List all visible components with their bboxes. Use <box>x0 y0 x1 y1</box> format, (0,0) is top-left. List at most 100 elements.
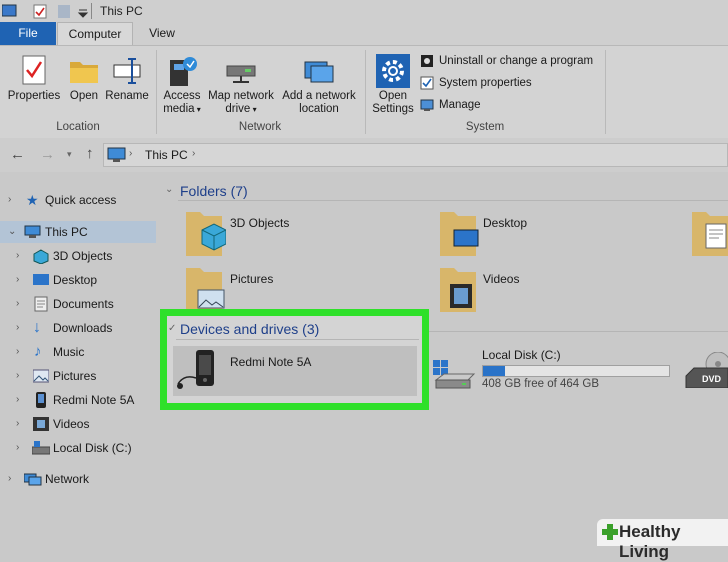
section-divider <box>178 200 728 201</box>
open-label: Open <box>69 90 99 102</box>
quick-access-toolbar <box>2 4 89 19</box>
local-disk-icon <box>433 360 476 389</box>
folder-item-videos[interactable]: Videos <box>434 262 674 314</box>
forward-arrow-icon[interactable]: → <box>40 146 55 163</box>
nav-item-label: Downloads <box>53 321 113 335</box>
folder-open-icon <box>70 62 98 83</box>
address-bar[interactable] <box>103 143 728 167</box>
computer-icon <box>24 225 41 238</box>
disk-free-text: 408 GB free of 464 GB <box>482 378 599 390</box>
map-drive-label-row: drive ▾ <box>205 103 277 116</box>
nav-item-label: Desktop <box>53 273 98 287</box>
add-location-label-line1: Add a network <box>282 90 356 102</box>
network-icon <box>24 473 42 486</box>
nav-quick-access[interactable]: › ★ Quick access <box>0 189 156 211</box>
expand-chevron-icon[interactable]: › <box>16 269 19 291</box>
documents-folder-icon[interactable] <box>688 208 728 256</box>
ribbon-separator <box>365 50 366 134</box>
recent-locations-chevron-icon[interactable]: ▾ <box>67 149 72 160</box>
nav-item-local-disk[interactable]: › Local Disk (C:) <box>0 437 156 459</box>
disk-usage-bar <box>482 365 670 377</box>
nav-item-label: Pictures <box>53 369 97 383</box>
add-location-label-line2: location <box>299 103 339 115</box>
expand-chevron-icon[interactable]: › <box>16 413 19 435</box>
expand-chevron-icon[interactable]: › <box>16 245 19 267</box>
manage-button[interactable]: Manage <box>420 97 510 115</box>
uninstall-program-button[interactable]: Uninstall or change a program <box>420 53 605 71</box>
videos-folder-icon <box>440 268 476 312</box>
access-media-button[interactable]: Access media ▾ <box>160 52 204 116</box>
open-button[interactable]: Open <box>64 52 104 114</box>
folder-label: Pictures <box>230 272 274 286</box>
nav-this-pc[interactable]: ⌄ This PC <box>0 221 156 243</box>
phone-icon <box>36 392 46 408</box>
folder-item-pictures[interactable]: Pictures <box>180 262 420 314</box>
access-media-label-line1: Access <box>163 90 201 102</box>
network-drive-icon <box>226 65 256 83</box>
expand-chevron-icon[interactable]: › <box>16 341 19 363</box>
desktop-folder-icon <box>440 212 479 256</box>
nav-item-downloads[interactable]: › ↓ Downloads <box>0 317 156 339</box>
expand-chevron-icon[interactable]: › <box>16 365 19 387</box>
system-properties-button[interactable]: System properties <box>420 75 570 93</box>
access-media-label-line2: media <box>163 103 195 115</box>
up-arrow-icon[interactable]: ↑ <box>86 145 94 162</box>
collapse-section-chevron-icon[interactable]: ✓ <box>168 323 176 334</box>
nav-item-videos[interactable]: › Videos <box>0 413 156 435</box>
folder-item-3d-objects[interactable]: 3D Objects <box>180 206 420 258</box>
expand-chevron-icon[interactable]: › <box>8 189 11 211</box>
title-divider <box>91 3 92 19</box>
nav-quick-access-label: Quick access <box>45 193 117 207</box>
folder-label: 3D Objects <box>230 216 290 230</box>
dropdown-arrow-icon: ▾ <box>194 105 201 114</box>
breadcrumb-this-pc[interactable]: This PC <box>145 148 188 162</box>
rename-label: Rename <box>105 90 149 102</box>
tab-view[interactable]: View <box>140 22 184 45</box>
nav-item-label: Videos <box>53 417 90 431</box>
nav-item-redmi-note-5a[interactable]: › Redmi Note 5A <box>0 389 156 411</box>
nav-item-documents[interactable]: › Documents <box>0 293 156 315</box>
download-arrow-icon: ↓ <box>33 319 41 336</box>
open-settings-button[interactable]: Open Settings <box>369 52 417 116</box>
back-arrow-icon[interactable]: ← <box>10 146 25 163</box>
expand-chevron-icon[interactable]: › <box>16 389 19 411</box>
tab-computer[interactable]: Computer <box>57 22 133 45</box>
nav-item-pictures[interactable]: › Pictures <box>0 365 156 387</box>
nav-network[interactable]: › Network <box>0 468 156 490</box>
nav-this-pc-label: This PC <box>45 225 88 239</box>
watermark-text: Healthy Living <box>619 522 681 561</box>
nav-network-label: Network <box>45 472 90 486</box>
ribbon-separator <box>605 50 606 134</box>
drive-icon <box>32 441 50 455</box>
phone-device-icon <box>177 350 214 389</box>
3d-objects-folder-icon <box>186 212 226 256</box>
group-label-location: Location <box>56 121 100 133</box>
expand-chevron-icon[interactable]: › <box>16 437 19 459</box>
folder-item-desktop[interactable]: Desktop <box>434 206 674 258</box>
nav-item-desktop[interactable]: › Desktop <box>0 269 156 291</box>
media-server-icon <box>170 57 197 86</box>
properties-label: Properties <box>7 90 61 102</box>
breadcrumb-chevron-icon[interactable]: › <box>192 148 195 159</box>
collapse-section-chevron-icon[interactable]: ⌄ <box>165 184 173 195</box>
access-media-label-row: media ▾ <box>160 103 204 116</box>
rename-button[interactable]: Rename <box>104 52 150 114</box>
nav-item-music[interactable]: › ♪ Music <box>0 341 156 363</box>
expand-chevron-icon[interactable]: › <box>8 468 11 490</box>
uninstall-icon <box>421 55 433 67</box>
add-network-location-button[interactable]: Add a network location <box>279 52 359 116</box>
collapse-chevron-icon[interactable]: ⌄ <box>8 221 16 243</box>
device-label: Redmi Note 5A <box>230 355 312 369</box>
manage-icon <box>420 99 434 111</box>
group-label-network: Network <box>238 121 282 133</box>
map-network-drive-button[interactable]: Map network drive ▾ <box>205 52 277 116</box>
expand-chevron-icon[interactable]: › <box>16 293 19 315</box>
video-film-icon <box>33 417 49 431</box>
rename-icon <box>113 58 141 84</box>
expand-chevron-icon[interactable]: › <box>16 317 19 339</box>
desktop-icon <box>33 274 49 285</box>
dvd-drive-icon[interactable]: DVD <box>684 352 728 388</box>
nav-item-3d-objects[interactable]: › 3D Objects <box>0 245 156 267</box>
properties-button[interactable]: Properties <box>4 52 64 114</box>
tab-file[interactable]: File <box>0 22 56 45</box>
